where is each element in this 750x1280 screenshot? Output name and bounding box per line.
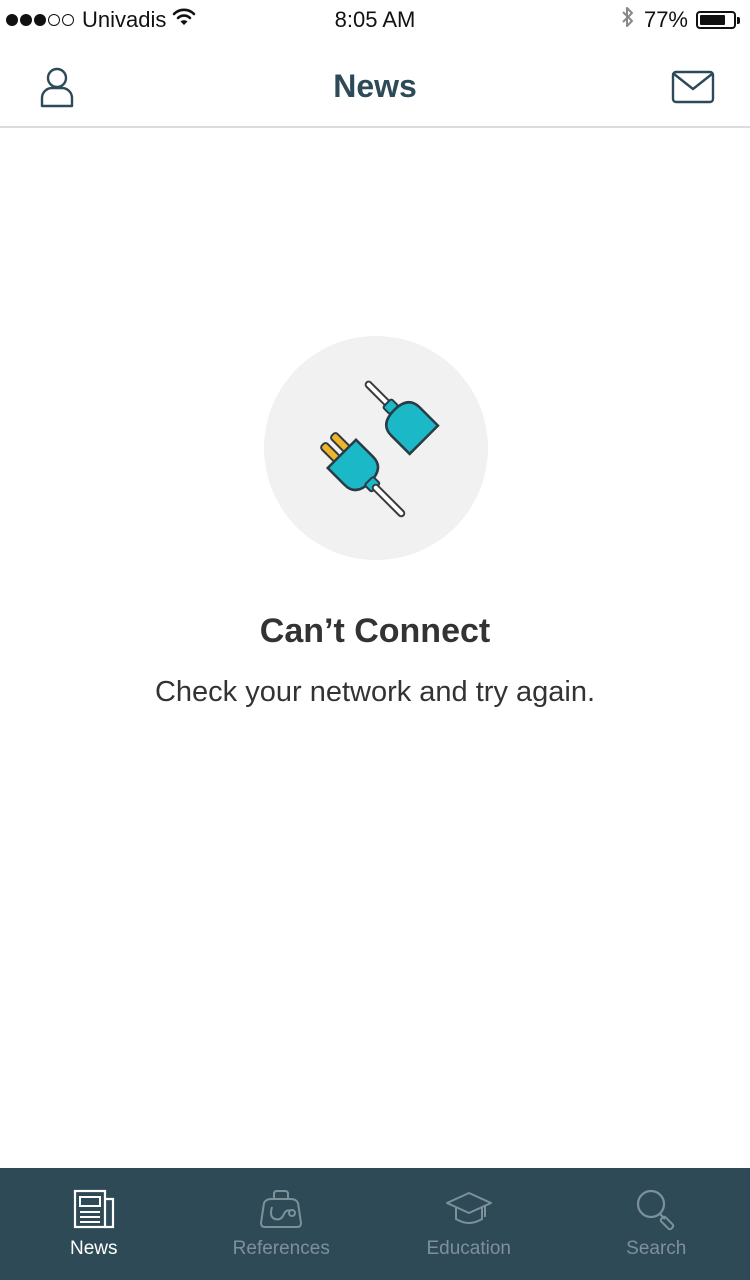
bluetooth-icon xyxy=(620,5,636,35)
battery-icon xyxy=(696,11,740,29)
tab-references[interactable]: References xyxy=(188,1168,376,1280)
status-bar: Univadis 8:05 AM 77% xyxy=(0,0,750,40)
tab-search[interactable]: Search xyxy=(563,1168,750,1280)
nav-header: News xyxy=(0,40,750,128)
empty-state-title: Can’t Connect xyxy=(259,612,491,650)
tab-education[interactable]: Education xyxy=(375,1168,563,1280)
tab-label-education: Education xyxy=(426,1238,511,1259)
graduation-cap-icon xyxy=(445,1186,493,1232)
unplugged-icon xyxy=(264,380,488,564)
empty-state-illustration xyxy=(264,336,488,560)
newspaper-icon xyxy=(70,1186,118,1232)
mail-icon xyxy=(671,70,715,109)
medical-bag-icon xyxy=(257,1186,305,1232)
page-title: News xyxy=(333,68,417,104)
messages-button[interactable] xyxy=(668,64,718,114)
tab-label-references: References xyxy=(232,1238,330,1259)
battery-percent: 77% xyxy=(643,7,688,32)
status-right: 77% xyxy=(620,5,740,35)
tab-label-news: News xyxy=(69,1238,118,1259)
tab-news[interactable]: News xyxy=(0,1168,188,1280)
empty-state-message: Check your network and try again. xyxy=(154,676,596,708)
search-icon xyxy=(632,1186,680,1232)
tab-bar: News References Education Search xyxy=(0,1168,750,1280)
tab-label-search: Search xyxy=(626,1238,687,1259)
